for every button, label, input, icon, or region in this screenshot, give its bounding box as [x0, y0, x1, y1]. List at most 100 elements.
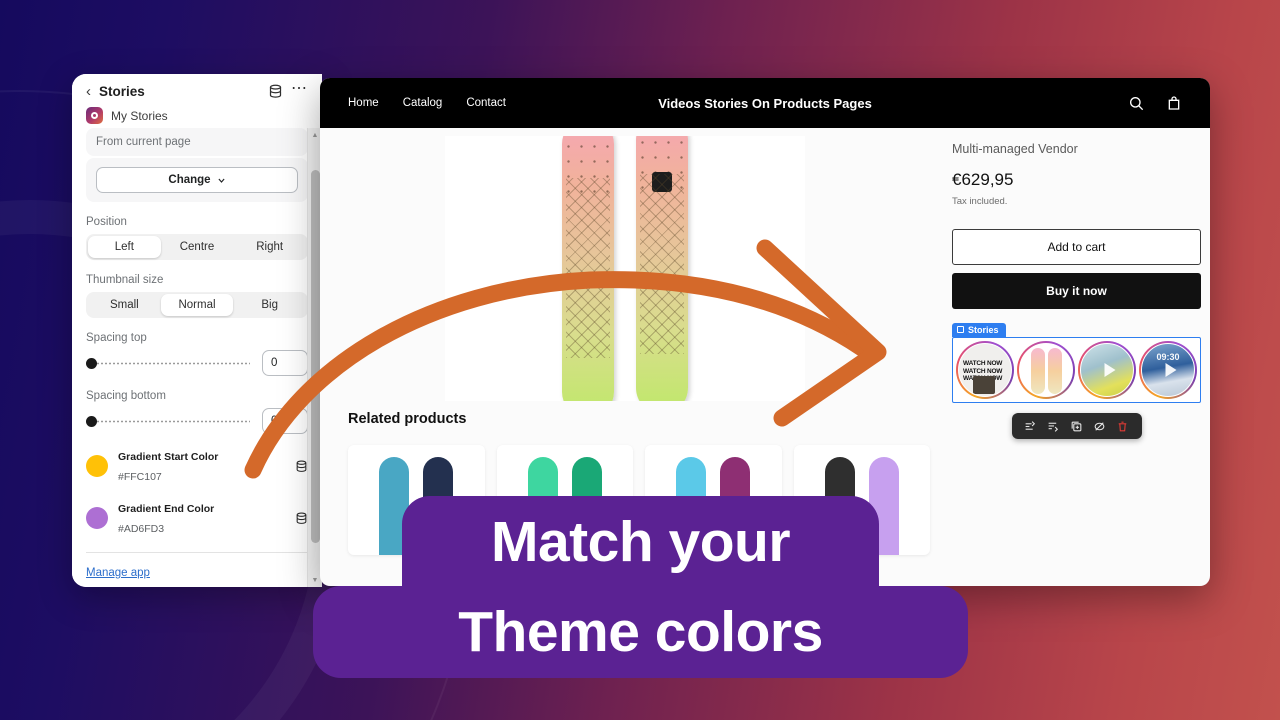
related-product-card[interactable]: [645, 445, 782, 555]
board-mesh-pattern: [566, 178, 610, 358]
move-up-icon[interactable]: [1024, 420, 1037, 433]
gradient-start-name: Gradient Start Color: [118, 451, 219, 463]
more-horizontal-icon[interactable]: ⋯: [291, 81, 308, 99]
change-button-label: Change: [168, 174, 211, 186]
store-preview: Home Catalog Contact Videos Stories On P…: [320, 78, 1210, 586]
related-products-section: Related products: [320, 401, 930, 555]
screenshot-stage: ‹ Stories ⋯ My Stories From current page…: [0, 0, 1280, 720]
hide-icon[interactable]: [1093, 420, 1106, 433]
spacing-bottom-input[interactable]: 0: [262, 408, 308, 434]
mini-board-left: [379, 457, 410, 555]
add-to-cart-button[interactable]: Add to cart: [952, 229, 1201, 265]
search-icon[interactable]: [1128, 95, 1144, 111]
related-product-card[interactable]: [793, 445, 930, 555]
gradient-end-hex: #AD6FD3: [118, 523, 165, 535]
snowboard-graphic-left: [562, 136, 614, 401]
gradient-end-name: Gradient End Color: [118, 503, 215, 515]
story-thumbnail-inner: [1019, 343, 1073, 397]
source-page-field[interactable]: From current page: [86, 128, 308, 156]
move-down-icon[interactable]: [1047, 420, 1060, 433]
spacing-top-input[interactable]: 0: [262, 350, 308, 376]
stories-section-tab[interactable]: Stories: [952, 322, 1006, 337]
buy-it-now-button[interactable]: Buy it now: [952, 273, 1201, 309]
caption-line-2: Theme colors: [313, 586, 968, 678]
mini-board-left: [527, 457, 558, 555]
thumbnail-option-big[interactable]: Big: [233, 294, 306, 316]
spacing-top-label: Spacing top: [86, 332, 147, 344]
snowboard-graphic-right: [636, 136, 688, 401]
spacing-bottom-label: Spacing bottom: [86, 390, 166, 402]
store-main-content: Related products Multi-managed Vendor €6…: [320, 128, 1210, 586]
story-thumbnail[interactable]: [1017, 341, 1075, 399]
product-gallery-column: Related products: [320, 128, 930, 586]
sidebar-divider: [86, 552, 308, 553]
spacing-bottom-slider[interactable]: [86, 414, 250, 428]
mini-board-right: [571, 457, 602, 555]
mini-board-right: [868, 457, 899, 555]
slider-track: [96, 361, 250, 365]
product-details-column: Multi-managed Vendor €629,95 Tax include…: [930, 128, 1210, 586]
board-mesh-pattern: [640, 174, 684, 354]
story-thumbnail[interactable]: WATCH NOWWATCH NOWWATCH NOW: [956, 341, 1014, 399]
database-icon[interactable]: [268, 84, 283, 99]
position-option-centre[interactable]: Centre: [161, 236, 234, 258]
slider-knob[interactable]: [86, 357, 97, 369]
sidebar-body: From current page Change Position Left C…: [72, 128, 322, 587]
position-option-left[interactable]: Left: [88, 236, 161, 258]
section-marker-icon: [957, 326, 964, 333]
cart-icon[interactable]: [1166, 95, 1182, 111]
story-board-graphic: [1030, 348, 1045, 394]
scrollbar-thumb[interactable]: [311, 170, 320, 543]
gradient-start-color-row[interactable]: Gradient Start Color #FFC107: [86, 446, 308, 486]
app-name-label: My Stories: [111, 108, 168, 123]
nav-link-home[interactable]: Home: [348, 97, 379, 109]
story-timestamp: 09:30: [1156, 352, 1180, 362]
product-image[interactable]: [445, 136, 805, 401]
store-top-icons: [1128, 95, 1182, 111]
position-option-right[interactable]: Right: [233, 236, 306, 258]
app-settings-sidebar: ‹ Stories ⋯ My Stories From current page…: [72, 74, 322, 587]
thumbnail-option-small[interactable]: Small: [88, 294, 161, 316]
slider-knob[interactable]: [86, 415, 97, 427]
spacing-bottom-row: 0: [86, 408, 308, 434]
thumbnail-size-segmented-control: Small Normal Big: [86, 292, 308, 318]
back-chevron-icon[interactable]: ‹: [86, 84, 91, 99]
position-segmented-control: Left Centre Right: [86, 234, 308, 260]
story-thumbnail-inner: [1080, 343, 1134, 397]
nav-link-contact[interactable]: Contact: [466, 97, 506, 109]
story-thumbnail-inner: WATCH NOWWATCH NOWWATCH NOW: [958, 343, 1012, 397]
gradient-start-texts: Gradient Start Color #FFC107: [118, 446, 285, 486]
change-button[interactable]: Change: [96, 167, 298, 193]
story-thumbnail[interactable]: [1078, 341, 1136, 399]
app-row[interactable]: My Stories: [86, 107, 308, 124]
stories-tab-label: Stories: [968, 324, 999, 335]
stories-editor-toolbar: [1011, 413, 1142, 439]
related-products-grid: [348, 445, 930, 555]
manage-app-link[interactable]: Manage app: [86, 567, 150, 579]
story-thumbnail[interactable]: 09:30: [1139, 341, 1197, 399]
gradient-end-swatch[interactable]: [86, 507, 108, 529]
duplicate-icon[interactable]: [1070, 420, 1083, 433]
story-phone-graphic: [973, 376, 995, 394]
related-product-card[interactable]: [496, 445, 633, 555]
mini-board-right: [423, 457, 454, 555]
play-icon: [1165, 363, 1177, 377]
position-label: Position: [86, 216, 127, 228]
related-product-card[interactable]: [348, 445, 485, 555]
stories-block: Stories WATCH NOWWATCH NOWWATCH NOW: [952, 319, 1201, 439]
thumbnail-option-normal[interactable]: Normal: [160, 294, 234, 316]
gradient-start-swatch[interactable]: [86, 455, 108, 477]
gradient-end-color-row[interactable]: Gradient End Color #AD6FD3: [86, 498, 308, 538]
spacing-top-slider[interactable]: [86, 356, 250, 370]
chevron-down-icon: [218, 178, 225, 183]
product-vendor: Multi-managed Vendor: [952, 142, 1078, 156]
product-price: €629,95: [952, 170, 1014, 189]
spacing-top-row: 0: [86, 350, 308, 376]
gradient-end-texts: Gradient End Color #AD6FD3: [118, 498, 285, 538]
stories-selection-outline[interactable]: WATCH NOWWATCH NOWWATCH NOW: [952, 337, 1201, 403]
sidebar-header: ‹ Stories ⋯ My Stories: [72, 74, 322, 128]
delete-icon[interactable]: [1116, 420, 1129, 433]
nav-link-catalog[interactable]: Catalog: [403, 97, 443, 109]
story-thumbnail-inner: 09:30: [1141, 343, 1195, 397]
thumbnail-size-label: Thumbnail size: [86, 274, 164, 286]
